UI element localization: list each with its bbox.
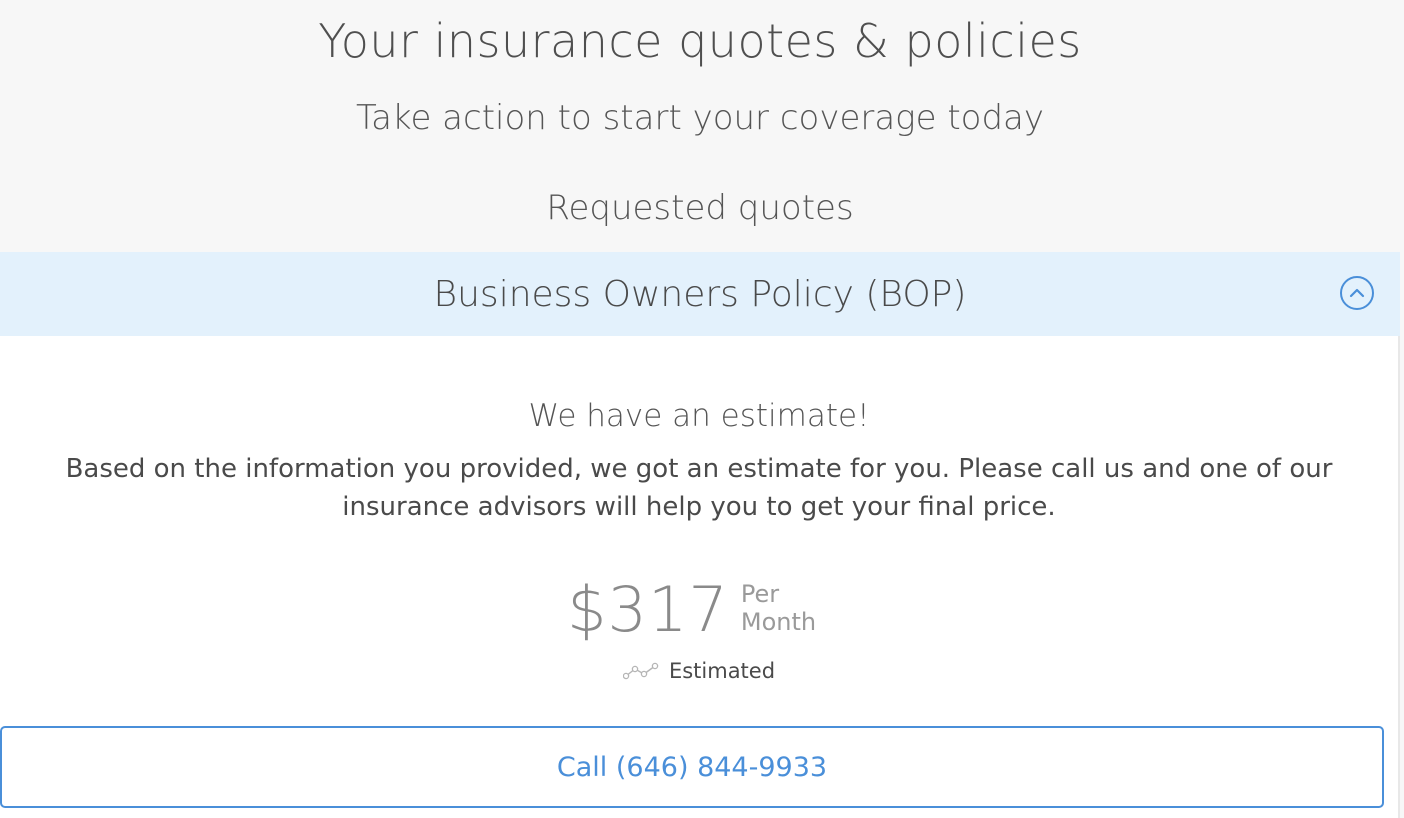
accordion-title: Business Owners Policy (BOP) (433, 274, 967, 315)
call-button[interactable]: Call (646) 844-9933 (0, 726, 1384, 808)
price-period-line1: Per (740, 580, 780, 608)
chevron-up-circle-icon[interactable] (1340, 276, 1374, 310)
trend-line-icon (622, 662, 659, 680)
page: Your insurance quotes & policies Take ac… (0, 0, 1404, 818)
price-period: Per Month (741, 580, 831, 636)
page-header: Your insurance quotes & policies Take ac… (0, 0, 1400, 252)
price-display: $317 Per Month (0, 572, 1398, 652)
estimate-heading: We have an estimate! (528, 398, 870, 434)
estimate-description: Based on the information you provided, w… (65, 454, 1333, 522)
page-subtitle: Take action to start your coverage today (356, 98, 1044, 138)
estimated-status: Estimated (0, 656, 1398, 686)
page-title: Your insurance quotes & policies (318, 14, 1082, 68)
chevron-up-icon (1349, 288, 1365, 298)
bop-accordion-header[interactable]: Business Owners Policy (BOP) (0, 252, 1400, 336)
estimated-label: Estimated (668, 659, 776, 683)
price-amount: $317 (567, 573, 729, 646)
price-period-line2: Month (740, 608, 817, 636)
requested-quotes-heading: Requested quotes (546, 188, 854, 228)
quote-panel: We have an estimate! Based on the inform… (0, 336, 1400, 818)
